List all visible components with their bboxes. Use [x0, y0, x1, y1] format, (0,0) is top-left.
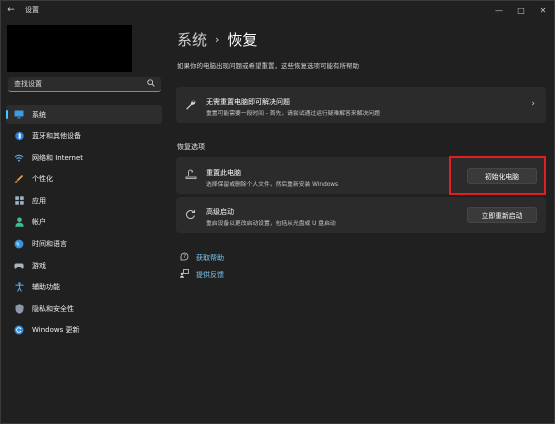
back-button[interactable]: ←	[1, 1, 21, 19]
apps-icon	[14, 196, 24, 206]
troubleshoot-card[interactable]: 无需重置电脑即可解决问题 重置可能需要一段时间 - 首先，请尝试通过运行疑难解答…	[176, 87, 546, 123]
sidebar-item-accounts[interactable]: 帐户	[6, 213, 162, 232]
section-label: 恢复选项	[177, 143, 205, 151]
sidebar-item-label: 游戏	[32, 261, 46, 270]
sidebar-item-label: 隐私和安全性	[32, 304, 74, 313]
breadcrumb-parent[interactable]: 系统	[177, 29, 207, 50]
account-icon	[14, 217, 24, 228]
card-title: 高级启动	[206, 208, 234, 216]
bluetooth-icon	[14, 131, 24, 141]
restart-now-button[interactable]: 立即重新启动	[467, 207, 537, 223]
page-title: 恢复	[227, 31, 258, 49]
maximize-button[interactable]: □	[510, 1, 532, 19]
card-title: 无需重置电脑即可解决问题	[206, 98, 290, 106]
update-icon	[14, 325, 24, 335]
sidebar-item-personalization[interactable]: 个性化	[6, 170, 162, 189]
back-arrow-icon: ←	[7, 5, 15, 15]
close-button[interactable]: ✕	[532, 1, 554, 19]
highlight-box	[449, 156, 546, 195]
maximize-icon: □	[517, 5, 525, 15]
sidebar-item-gaming[interactable]: 游戏	[6, 256, 162, 275]
app-title: 设置	[25, 6, 39, 14]
breadcrumb: 系统 › 恢复	[177, 29, 257, 50]
sidebar-item-label: 辅助功能	[32, 283, 60, 292]
brush-icon	[14, 174, 24, 184]
title-bar: ← 设置 — □ ✕	[1, 1, 554, 19]
sidebar-item-label: 系统	[32, 110, 46, 119]
sidebar-nav: 系统 蓝牙和其他设备 网络和 Internet 个性化 应用 帐户 时间和语言 …	[6, 105, 162, 343]
sidebar-item-time-language[interactable]: 时间和语言	[6, 235, 162, 254]
minimize-button[interactable]: —	[488, 1, 510, 19]
card-description: 选择保留或删除个人文件，然后重新安装 Windows	[206, 182, 339, 188]
search-placeholder: 查找设置	[14, 80, 42, 88]
card-title: 重置此电脑	[206, 169, 241, 177]
search-icon	[147, 79, 155, 89]
card-description: 重置可能需要一段时间 - 首先，请尝试通过运行疑难解答来解决问题	[206, 111, 380, 117]
shield-icon	[14, 304, 24, 314]
get-help-link[interactable]: ? 获取帮助	[179, 252, 224, 263]
svg-text:?: ?	[183, 254, 186, 260]
sidebar-item-label: 帐户	[32, 218, 46, 227]
sidebar-item-apps[interactable]: 应用	[6, 191, 162, 210]
user-profile-avatar[interactable]	[7, 25, 132, 72]
sidebar-item-system[interactable]: 系统	[6, 105, 162, 124]
advanced-startup-card: 高级启动 重启设备以更改启动设置，包括从光盘或 U 盘启动 立即重新启动	[176, 197, 546, 233]
sidebar-item-network[interactable]: 网络和 Internet	[6, 148, 162, 167]
link-text: 提供反馈	[196, 270, 224, 279]
sidebar-item-windows-update[interactable]: Windows 更新	[6, 321, 162, 340]
wrench-icon	[185, 99, 196, 113]
gamepad-icon	[14, 261, 24, 271]
reset-pc-icon	[185, 169, 197, 183]
sidebar-item-bluetooth[interactable]: 蓝牙和其他设备	[6, 127, 162, 146]
sidebar-item-label: 个性化	[32, 175, 53, 184]
minimize-icon: —	[495, 5, 503, 15]
monitor-icon	[14, 110, 24, 120]
restart-icon	[185, 209, 196, 223]
feedback-link[interactable]: 提供反馈	[179, 269, 224, 280]
wifi-icon	[14, 153, 24, 163]
accessibility-icon	[14, 282, 24, 293]
settings-window: ← 设置 — □ ✕ 查找设置 系统 蓝牙和其他设备 网络和 Internet …	[0, 0, 555, 424]
close-icon: ✕	[539, 5, 547, 15]
sidebar-item-label: 应用	[32, 196, 46, 205]
card-description: 重启设备以更改启动设置，包括从光盘或 U 盘启动	[206, 221, 336, 227]
sidebar-item-accessibility[interactable]: 辅助功能	[6, 278, 162, 297]
link-text: 获取帮助	[196, 253, 224, 262]
window-controls: — □ ✕	[488, 1, 554, 19]
search-input[interactable]: 查找设置	[8, 77, 161, 92]
sidebar-item-label: 网络和 Internet	[32, 153, 84, 162]
sidebar-item-label: 时间和语言	[32, 240, 67, 249]
sidebar-item-label: 蓝牙和其他设备	[32, 132, 81, 141]
feedback-icon	[179, 269, 189, 280]
chevron-right-icon: ›	[531, 99, 535, 109]
help-icon: ?	[179, 252, 189, 263]
sidebar-item-privacy[interactable]: 隐私和安全性	[6, 299, 162, 318]
page-subtitle: 如果你的电脑出现问题或希望重置，这些恢复选项可能有所帮助	[177, 62, 359, 70]
breadcrumb-separator: ›	[215, 33, 220, 46]
globe-icon	[14, 239, 24, 249]
sidebar-item-label: Windows 更新	[32, 326, 80, 335]
